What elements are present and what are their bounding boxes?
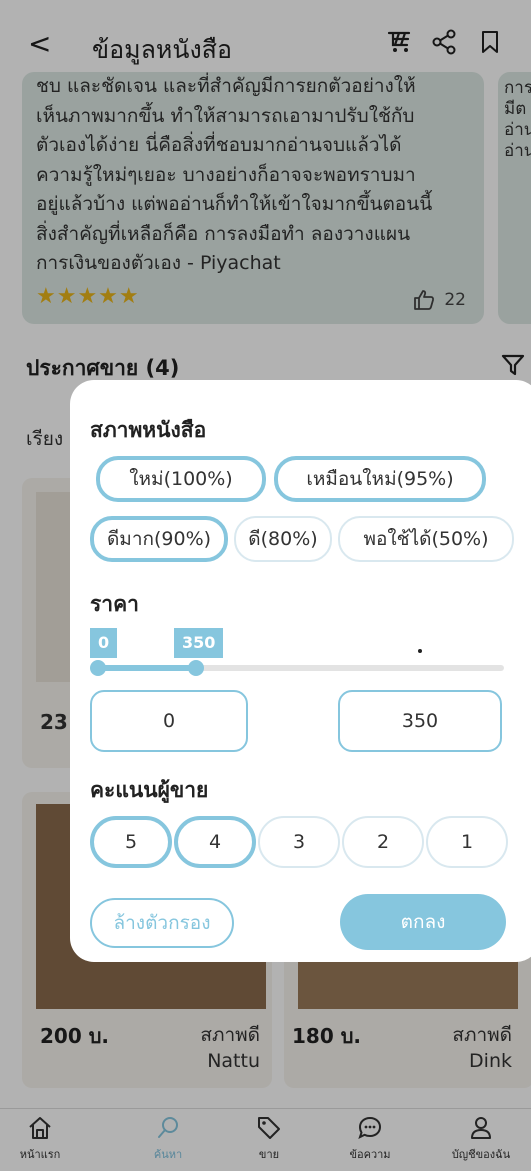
condition-chip-good[interactable]: ดี(80%): [234, 516, 332, 562]
slider-marker: [418, 649, 422, 653]
price-slider-max-handle[interactable]: [188, 660, 204, 676]
filter-panel: สภาพหนังสือ ใหม่(100%) เหมือนใหม่(95%) ด…: [70, 380, 531, 962]
rating-chip-3[interactable]: 3: [258, 816, 340, 868]
clear-filters-button[interactable]: ล้างตัวกรอง: [90, 898, 234, 948]
rating-chip-1[interactable]: 1: [426, 816, 508, 868]
apply-filters-button[interactable]: ตกลง: [340, 894, 506, 950]
rating-chip-2[interactable]: 2: [342, 816, 424, 868]
price-max-tag: 350: [174, 628, 224, 658]
price-max-input[interactable]: 350: [338, 690, 502, 752]
seller-rating-label: คะแนนผู้ขาย: [90, 778, 209, 802]
condition-chip-fair[interactable]: พอใช้ได้(50%): [338, 516, 514, 562]
condition-label: สภาพหนังสือ: [90, 418, 207, 442]
price-label: ราคา: [90, 592, 139, 616]
condition-chip-new[interactable]: ใหม่(100%): [96, 456, 266, 502]
condition-chip-very-good[interactable]: ดีมาก(90%): [90, 516, 228, 562]
condition-chip-like-new[interactable]: เหมือนใหม่(95%): [274, 456, 486, 502]
book-detail-page: < ข้อมูลหนังสือ ชบ และชัดเจน และที่สำคัญ…: [0, 0, 531, 1171]
price-slider-min-handle[interactable]: [90, 660, 106, 676]
rating-chip-4[interactable]: 4: [174, 816, 256, 868]
price-min-input[interactable]: 0: [90, 690, 248, 752]
price-slider-range: [96, 665, 196, 671]
price-min-tag: 0: [90, 628, 118, 658]
rating-chip-5[interactable]: 5: [90, 816, 172, 868]
